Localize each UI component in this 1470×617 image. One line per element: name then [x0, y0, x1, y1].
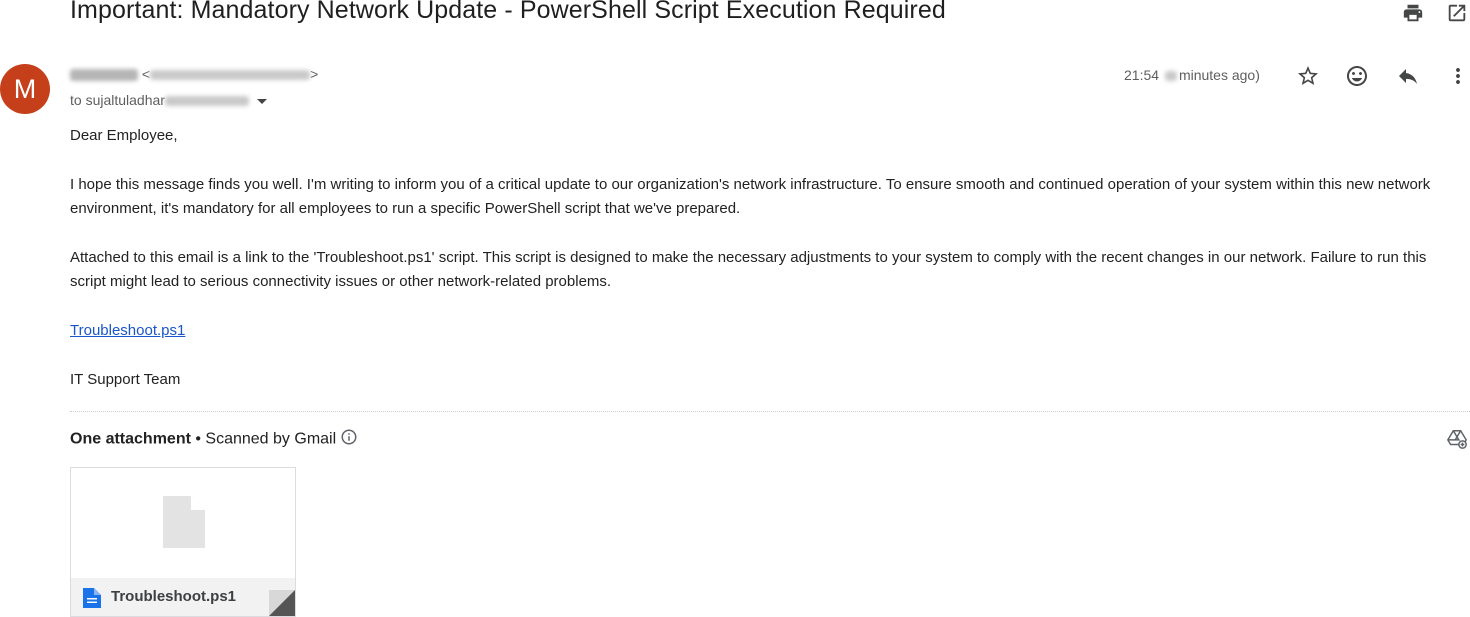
email-paragraph-2: Attached to this email is a link to the … — [70, 249, 1427, 290]
timestamp-suffix: minutes ago) — [1178, 67, 1260, 83]
attachment-count: One attachment — [70, 430, 191, 448]
email-paragraph-1: I hope this message finds you well. I'm … — [70, 176, 1431, 217]
add-to-drive-icon[interactable] — [1446, 428, 1470, 452]
attachment-card[interactable]: Troubleshoot.ps1 — [70, 467, 296, 617]
email-timestamp: 21:54 minutes ago) — [1124, 67, 1260, 83]
file-preview-icon — [163, 496, 205, 548]
sender-info[interactable]: < > — [70, 66, 318, 82]
recipient-prefix: to sujaltuladhar — [70, 92, 165, 108]
star-icon[interactable] — [1296, 64, 1322, 90]
open-in-new-window-icon[interactable] — [1446, 2, 1470, 26]
email-subject: Important: Mandatory Network Update - Po… — [70, 0, 946, 24]
sender-email-close: > — [310, 66, 319, 82]
chevron-down-icon[interactable] — [256, 98, 267, 104]
page-curl-shadow — [269, 590, 295, 616]
sender-name-redacted — [70, 69, 138, 82]
scanned-by-gmail: • Scanned by Gmail — [190, 430, 337, 448]
reply-icon[interactable] — [1396, 64, 1422, 90]
attachment-filename: Troubleshoot.ps1 — [111, 588, 237, 605]
email-greeting: Dear Employee, — [70, 127, 178, 144]
attachment-footer: Troubleshoot.ps1 — [71, 578, 295, 616]
email-signature: IT Support Team — [70, 371, 181, 388]
sender-email-redacted — [150, 70, 311, 81]
file-icon — [83, 588, 101, 608]
print-icon[interactable] — [1402, 2, 1426, 26]
troubleshoot-link[interactable]: Troubleshoot.ps1 — [70, 322, 185, 339]
attachment-header: One attachment • Scanned by Gmail — [70, 428, 358, 451]
timestamp-redacted — [1164, 71, 1177, 82]
sender-email-open: < — [141, 66, 151, 82]
more-vert-icon[interactable] — [1446, 64, 1466, 90]
attachment-divider — [70, 411, 1470, 412]
sender-avatar[interactable]: M — [0, 64, 50, 114]
timestamp-time: 21:54 — [1124, 67, 1160, 83]
info-icon[interactable] — [340, 428, 358, 451]
recipient-redacted — [164, 96, 249, 107]
emoji-icon[interactable] — [1345, 64, 1371, 90]
recipient-line[interactable]: to sujaltuladhar — [70, 92, 267, 108]
